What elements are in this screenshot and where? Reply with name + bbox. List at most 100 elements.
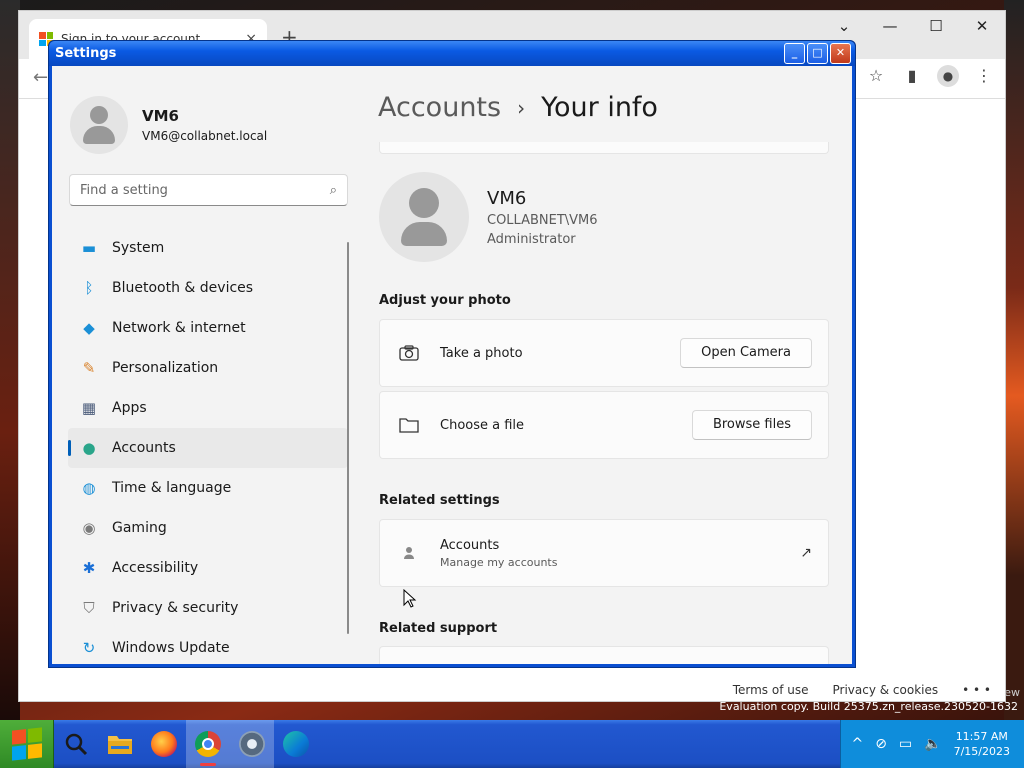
apps-icon: ▦ [81, 399, 97, 417]
sidebar-item-privacy-security[interactable]: ⛉ Privacy & security [68, 588, 348, 628]
folder-icon [398, 414, 420, 436]
settings-body: VM6 VM6@collabnet.local Find a setting ⌕… [52, 66, 852, 664]
chevron-right-icon: › [517, 95, 526, 120]
sidebar-item-label: Gaming [112, 520, 167, 536]
settings-taskbar-button[interactable] [230, 720, 274, 768]
mouse-cursor-icon [403, 589, 417, 608]
folder-icon [108, 736, 132, 754]
window-title: Settings [55, 46, 117, 61]
sidebar-item-label: Windows Update [112, 640, 230, 656]
file-explorer-button[interactable] [98, 720, 142, 768]
privacy-link[interactable]: Privacy & cookies [832, 683, 938, 697]
user-role: Administrator [487, 231, 576, 247]
bluetooth-icon: ᛒ [84, 279, 94, 297]
sidebar-item-windows-update[interactable]: ↻ Windows Update [68, 628, 348, 664]
sidebar-item-apps[interactable]: ▦ Apps [68, 388, 348, 428]
user-name: VM6 [487, 187, 527, 209]
maximize-button[interactable]: □ [807, 43, 828, 64]
display-icon[interactable]: ▭ [899, 736, 912, 752]
minimize-button[interactable]: _ [784, 43, 805, 64]
sidebar-item-label: Apps [112, 400, 147, 416]
breadcrumb: Accounts › Your info [378, 92, 658, 123]
open-camera-button[interactable]: Open Camera [680, 338, 812, 368]
volume-icon[interactable]: 🔈 [924, 736, 941, 752]
sidebar-item-gaming[interactable]: ◉ Gaming [68, 508, 348, 548]
maximize-button[interactable]: ☐ [913, 11, 959, 41]
clock[interactable]: 11:57 AM 7/15/2023 [954, 729, 1010, 759]
start-button[interactable] [0, 720, 54, 768]
breadcrumb-parent[interactable]: Accounts [378, 92, 501, 123]
firefox-icon [151, 731, 177, 757]
sidebar-item-label: Bluetooth & devices [112, 280, 254, 296]
gear-icon [239, 731, 265, 757]
system-icon: ▬ [81, 239, 97, 257]
sidebar-item-accounts[interactable]: ● Accounts [68, 428, 348, 468]
search-app-button[interactable] [54, 720, 98, 768]
settings-nav: ▬ System ᛒ Bluetooth & devices ◆ Network & in… [68, 228, 348, 664]
settings-window: Settings _ □ ✕ VM6 VM6@collabnet.local F… [48, 40, 856, 668]
sidebar-item-bluetooth-devices[interactable]: ᛒ Bluetooth & devices [68, 268, 348, 308]
search-icon [65, 733, 88, 756]
shield-icon: ⛉ [83, 599, 95, 617]
search-icon[interactable]: ⌕ [330, 183, 337, 198]
profile-name: VM6 [142, 107, 179, 125]
more-options-link[interactable]: • • • [962, 683, 991, 697]
accessibility-icon: ✱ [82, 559, 96, 577]
minimize-button[interactable]: — [867, 11, 913, 41]
terms-link[interactable]: Terms of use [733, 683, 809, 697]
system-tray: ^ ⊘ ▭ 🔈 11:57 AM 7/15/2023 [840, 720, 1024, 768]
sidebar-item-label: Privacy & security [112, 600, 239, 616]
windows-logo-icon [11, 727, 42, 761]
sidebar-item-network-internet[interactable]: ◆ Network & internet [68, 308, 348, 348]
take-photo-label: Take a photo [440, 345, 523, 361]
sidebar-item-label: Accessibility [112, 560, 199, 576]
search-input[interactable]: Find a setting ⌕ [69, 174, 348, 206]
search-placeholder: Find a setting [80, 182, 168, 198]
chrome-window-controls: ⌄ — ☐ ✕ [821, 11, 1005, 41]
sidebar-item-label: Time & language [112, 480, 232, 496]
sidebar-item-label: Personalization [112, 360, 219, 376]
camera-icon [398, 342, 420, 364]
browse-files-button[interactable]: Browse files [691, 410, 812, 440]
profile-header[interactable]: VM6 VM6@collabnet.local [70, 96, 267, 154]
settings-titlebar[interactable]: Settings _ □ ✕ [49, 41, 855, 66]
close-button[interactable]: ✕ [830, 43, 851, 64]
sidebar-scrollbar[interactable] [347, 242, 349, 634]
related-support-card[interactable] [379, 646, 829, 664]
bookmark-star-icon[interactable]: ☆ [865, 65, 887, 87]
accounts-link-text: Accounts Manage my accounts [440, 538, 800, 569]
adjust-photo-heading: Adjust your photo [379, 293, 511, 308]
accounts-link-subtitle: Manage my accounts [440, 555, 558, 569]
page-title: Your info [541, 92, 658, 123]
chrome-button[interactable] [186, 720, 230, 768]
close-button[interactable]: ✕ [959, 11, 1005, 41]
sidebar-item-system[interactable]: ▬ System [68, 228, 348, 268]
tab-search-chevron-icon[interactable]: ⌄ [821, 11, 867, 41]
window-buttons: _ □ ✕ [784, 43, 855, 64]
sidebar-item-personalization[interactable]: ✎ Personalization [68, 348, 348, 388]
accounts-icon: ● [82, 439, 96, 457]
gamepad-icon: ◉ [82, 519, 96, 537]
external-link-icon[interactable]: ↗ [800, 545, 812, 561]
take-photo-card: Take a photo Open Camera [379, 319, 829, 387]
accounts-link-card[interactable]: Accounts Manage my accounts ↗ [379, 519, 829, 587]
profile-icon[interactable]: ● [937, 65, 959, 87]
update-icon: ↻ [82, 639, 96, 657]
side-panel-icon[interactable]: ▮ [901, 65, 923, 87]
user-avatar [379, 172, 469, 262]
network-disconnected-icon[interactable]: ⊘ [875, 736, 887, 752]
sidebar-item-accessibility[interactable]: ✱ Accessibility [68, 548, 348, 588]
user-account: COLLABNET\VM6 [487, 212, 598, 228]
person-icon [398, 542, 420, 564]
brush-icon: ✎ [82, 359, 96, 377]
choose-file-label: Choose a file [440, 417, 525, 433]
clock-time: 11:57 AM [955, 730, 1008, 743]
sidebar-item-time-language[interactable]: ◍ Time & language [68, 468, 348, 508]
wifi-icon: ◆ [83, 319, 95, 337]
menu-icon[interactable]: ⋮ [973, 65, 995, 87]
firefox-button[interactable] [142, 720, 186, 768]
show-hidden-icons-chevron-icon[interactable]: ^ [851, 736, 863, 752]
edge-button[interactable] [274, 720, 318, 768]
scrolled-card-edge [379, 142, 829, 154]
back-arrow-icon[interactable]: ← [33, 67, 48, 88]
